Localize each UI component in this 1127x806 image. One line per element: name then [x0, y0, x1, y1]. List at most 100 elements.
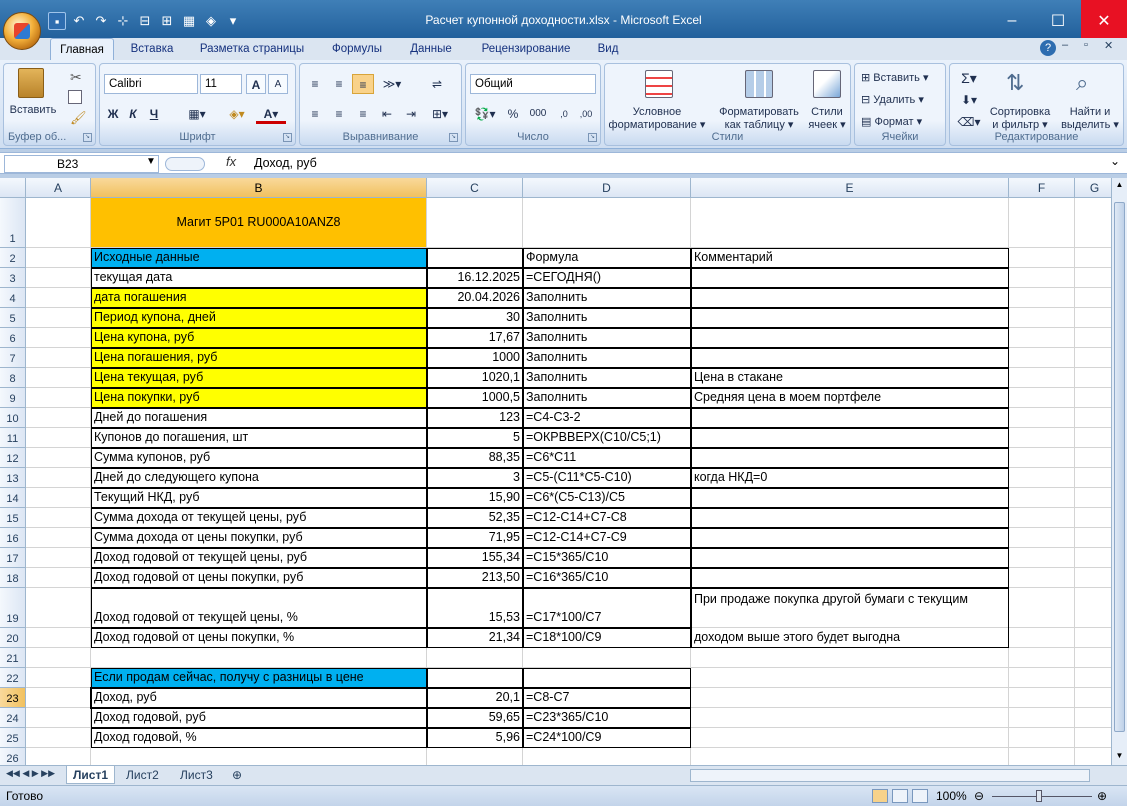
- cell-b12[interactable]: Сумма купонов, руб: [91, 448, 427, 468]
- cell-b20[interactable]: Доход годовой от цены покупки, %: [91, 628, 427, 648]
- cell-e12[interactable]: [691, 448, 1009, 468]
- increase-indent-icon[interactable]: ⇥: [400, 104, 422, 124]
- orientation-icon[interactable]: ≫▾: [378, 74, 406, 94]
- row-header[interactable]: 19: [0, 588, 26, 628]
- cell-c5[interactable]: 30: [427, 308, 523, 328]
- cell-e19[interactable]: При продаже покупка другой бумаги с теку…: [691, 588, 1009, 628]
- align-right-icon[interactable]: ≡: [352, 104, 374, 124]
- row-header[interactable]: 23: [0, 688, 26, 708]
- tab-formulas[interactable]: Формулы: [320, 38, 394, 60]
- cell-c11[interactable]: 5: [427, 428, 523, 448]
- row-header[interactable]: 22: [0, 668, 26, 688]
- chevron-down-icon[interactable]: ▼: [146, 156, 156, 167]
- ribbon-restore-icon[interactable]: ▫: [1084, 39, 1088, 51]
- borders-icon[interactable]: ▦▾: [184, 104, 210, 124]
- row-header[interactable]: 15: [0, 508, 26, 528]
- normal-view-icon[interactable]: [872, 789, 888, 803]
- cell-d20[interactable]: =C18*100/C9: [523, 628, 691, 648]
- cell-e5[interactable]: [691, 308, 1009, 328]
- ribbon-close-icon[interactable]: ✕: [1104, 39, 1113, 52]
- row-header[interactable]: 6: [0, 328, 26, 348]
- cell-b1[interactable]: Магит 5P01 RU000A10ANZ8: [91, 198, 427, 248]
- scroll-up-icon[interactable]: ▲: [1113, 180, 1126, 192]
- tab-home[interactable]: Главная: [50, 38, 114, 60]
- cell-d15[interactable]: =C12-C14+C7-C8: [523, 508, 691, 528]
- cell-c9[interactable]: 1000,5: [427, 388, 523, 408]
- zoom-level[interactable]: 100%: [936, 789, 967, 803]
- scroll-down-icon[interactable]: ▼: [1113, 751, 1126, 763]
- dialog-launcher-icon[interactable]: ↘: [449, 133, 458, 142]
- font-name-select[interactable]: Calibri: [104, 74, 198, 94]
- cell-c10[interactable]: 123: [427, 408, 523, 428]
- column-header-g[interactable]: G: [1075, 178, 1111, 198]
- bold-button[interactable]: Ж: [104, 104, 122, 124]
- row-header[interactable]: 5: [0, 308, 26, 328]
- formula-bar-resize-handle[interactable]: [165, 157, 205, 171]
- cell-d7[interactable]: Заполнить: [523, 348, 691, 368]
- formula-content[interactable]: Доход, руб: [254, 156, 317, 170]
- spreadsheet-grid[interactable]: A B C D E F G 1 2 3 4 5 6 7 8 9 10 11 12 13 14 15 16 17 18 19 20 21…: [0, 178, 1111, 765]
- cell-d23[interactable]: =C8-C7: [523, 688, 691, 708]
- cell-b5[interactable]: Период купона, дней: [91, 308, 427, 328]
- percent-button[interactable]: %: [504, 104, 522, 124]
- cell-b4[interactable]: дата погашения: [91, 288, 427, 308]
- cell-d6[interactable]: Заполнить: [523, 328, 691, 348]
- align-middle-icon[interactable]: ≡: [328, 74, 350, 94]
- cell-c20[interactable]: 21,34: [427, 628, 523, 648]
- select-all-corner[interactable]: [0, 178, 26, 198]
- tab-review[interactable]: Рецензирование: [468, 38, 584, 60]
- close-button[interactable]: ✕: [1081, 0, 1127, 42]
- row-header[interactable]: 3: [0, 268, 26, 288]
- scroll-thumb[interactable]: [1114, 202, 1125, 732]
- underline-button[interactable]: Ч: [144, 104, 164, 124]
- insert-cells-button[interactable]: ⊞ Вставить ▾: [861, 68, 945, 88]
- cell-b8[interactable]: Цена текущая, руб: [91, 368, 427, 388]
- cell-c13[interactable]: 3: [427, 468, 523, 488]
- cell-c6[interactable]: 17,67: [427, 328, 523, 348]
- cell-d13[interactable]: =C5-(C11*C5-C10): [523, 468, 691, 488]
- cell-b13[interactable]: Дней до следующего купона: [91, 468, 427, 488]
- tab-data[interactable]: Данные: [398, 38, 464, 60]
- zoom-slider-thumb[interactable]: [1036, 790, 1042, 802]
- increase-decimal-icon[interactable]: ,0: [554, 104, 574, 124]
- format-painter-icon[interactable]: 🖌: [70, 110, 87, 126]
- cell-e10[interactable]: [691, 408, 1009, 428]
- help-icon[interactable]: ?: [1040, 40, 1056, 56]
- cell-c16[interactable]: 71,95: [427, 528, 523, 548]
- cell-d4[interactable]: Заполнить: [523, 288, 691, 308]
- cell-e17[interactable]: [691, 548, 1009, 568]
- cell-b14[interactable]: Текущий НКД, руб: [91, 488, 427, 508]
- align-bottom-icon[interactable]: ≡: [352, 74, 374, 94]
- cell-d3[interactable]: =СЕГОДНЯ(): [523, 268, 691, 288]
- cell-e8[interactable]: Цена в стакане: [691, 368, 1009, 388]
- align-top-icon[interactable]: ≡: [304, 74, 326, 94]
- row-header[interactable]: 11: [0, 428, 26, 448]
- currency-icon[interactable]: 💱▾: [470, 104, 500, 124]
- cell-b23[interactable]: Доход, руб: [90, 687, 428, 709]
- cell-e15[interactable]: [691, 508, 1009, 528]
- cell-b22[interactable]: Если продам сейчас, получу с разницы в ц…: [91, 668, 427, 688]
- row-header[interactable]: 20: [0, 628, 26, 648]
- sheet-nav-arrows-icon[interactable]: ◀◀ ◀ ▶ ▶▶: [6, 768, 55, 779]
- cell-d10[interactable]: =C4-C3-2: [523, 408, 691, 428]
- sort-filter-icon[interactable]: ⇅: [1006, 70, 1024, 96]
- cell-d16[interactable]: =C12-C14+C7-C9: [523, 528, 691, 548]
- row-header[interactable]: 10: [0, 408, 26, 428]
- row-header[interactable]: 26: [0, 748, 26, 765]
- dialog-launcher-icon[interactable]: ↘: [283, 133, 292, 142]
- horizontal-scrollbar[interactable]: [690, 769, 1090, 782]
- row-header[interactable]: 2: [0, 248, 26, 268]
- column-header-a[interactable]: A: [26, 178, 91, 198]
- minimize-button[interactable]: –: [989, 0, 1035, 42]
- align-left-icon[interactable]: ≡: [304, 104, 326, 124]
- row-header[interactable]: 8: [0, 368, 26, 388]
- align-center-icon[interactable]: ≡: [328, 104, 350, 124]
- cut-icon[interactable]: ✂: [70, 69, 82, 86]
- cell-b19[interactable]: Доход годовой от текущей цены, %: [91, 588, 427, 628]
- cell-d17[interactable]: =C15*365/C10: [523, 548, 691, 568]
- cell-b18[interactable]: Доход годовой от цены покупки, руб: [91, 568, 427, 588]
- row-header[interactable]: 17: [0, 548, 26, 568]
- cell-e3[interactable]: [691, 268, 1009, 288]
- conditional-formatting-icon[interactable]: [645, 70, 673, 98]
- zoom-in-icon[interactable]: ⊕: [1097, 789, 1107, 803]
